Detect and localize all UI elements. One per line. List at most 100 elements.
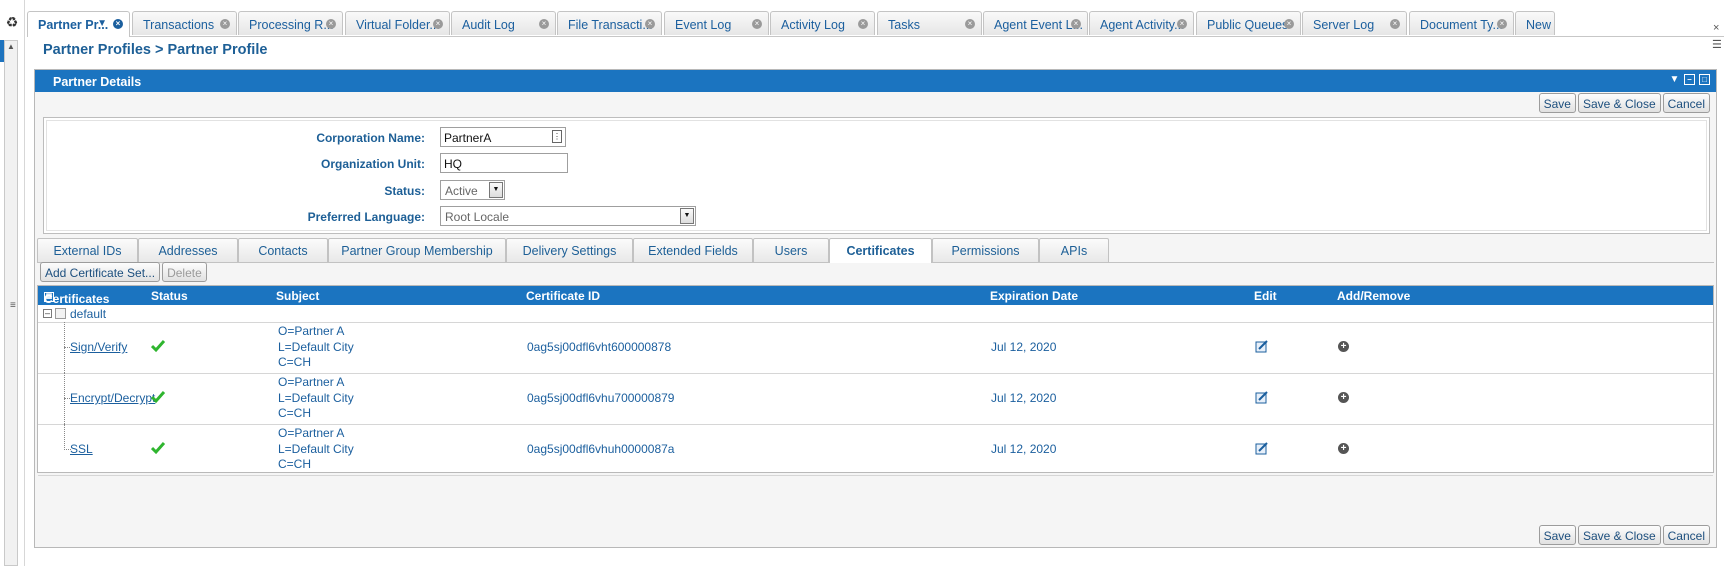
collapse-icon[interactable]: ▼ (1669, 74, 1680, 85)
lookup-icon[interactable]: ⋮ (552, 130, 562, 143)
tab-file-transactions[interactable]: File Transacti... × (557, 11, 662, 35)
column-certificate-id[interactable]: Certificate ID (526, 289, 600, 303)
tab-public-queues[interactable]: Public Queues × (1196, 11, 1301, 35)
tab-contacts[interactable]: Contacts (238, 238, 328, 262)
tab-label: Agent Event L... (994, 18, 1083, 32)
corporation-name-row: Corporation Name: PartnerA ⋮ (47, 127, 847, 149)
preferred-language-value: Root Locale (445, 210, 510, 224)
expiration-date: Jul 12, 2020 (991, 391, 1057, 405)
check-icon (151, 391, 165, 404)
organization-unit-input[interactable]: HQ (440, 153, 568, 173)
tab-addresses[interactable]: Addresses (138, 238, 238, 262)
status-row: Status: Active ▼ (47, 180, 847, 202)
close-all-tabs-icon[interactable]: × (1713, 22, 1719, 34)
column-subject[interactable]: Subject (276, 289, 319, 303)
subject-cell: O=Partner A L=Default City C=CH (278, 375, 354, 422)
tab-event-log[interactable]: Event Log × (664, 11, 769, 35)
tab-permissions[interactable]: Permissions (932, 238, 1039, 262)
collapse-toggle-icon[interactable]: – (43, 309, 52, 318)
close-icon[interactable]: × (752, 19, 762, 29)
column-status[interactable]: Status (151, 289, 188, 303)
certificate-name-link[interactable]: Sign/Verify (70, 340, 127, 354)
column-certificates-label: Certificates (44, 292, 110, 306)
certificate-name-link[interactable]: SSL (70, 442, 93, 456)
tab-external-ids[interactable]: External IDs (37, 238, 138, 262)
tab-apis[interactable]: APIs (1039, 238, 1109, 262)
add-icon[interactable]: + (1338, 392, 1349, 403)
close-icon[interactable]: × (539, 19, 549, 29)
close-icon[interactable]: × (1390, 19, 1400, 29)
cancel-button[interactable]: Cancel (1662, 525, 1710, 545)
minimize-icon[interactable]: – (1684, 74, 1695, 85)
certificate-name-link[interactable]: Encrypt/Decrypt (70, 391, 155, 405)
certificate-id: 0ag5sj00dfl6vhuh0000087a (527, 442, 675, 456)
scroll-up-icon[interactable]: ▲ (5, 41, 17, 53)
check-icon (151, 340, 165, 353)
add-certificate-set-button[interactable]: Add Certificate Set... (40, 262, 161, 282)
edit-icon[interactable] (1255, 339, 1269, 353)
edit-icon[interactable] (1255, 441, 1269, 455)
corporation-name-input[interactable]: PartnerA ⋮ (440, 127, 566, 147)
tab-virtual-folders[interactable]: Virtual Folder... × (345, 11, 450, 35)
tab-activity-log[interactable]: Activity Log × (770, 11, 875, 35)
close-icon[interactable]: × (1497, 19, 1507, 29)
column-add-remove[interactable]: Add/Remove (1337, 289, 1410, 303)
save-close-button[interactable]: Save & Close (1577, 93, 1661, 113)
splitter-grip-icon[interactable]: ≡ (10, 300, 16, 311)
column-expiration-date[interactable]: Expiration Date (990, 289, 1078, 303)
bottom-button-row: Save Save & Close Cancel (1537, 525, 1710, 545)
tab-tasks[interactable]: Tasks × (877, 11, 982, 35)
close-icon[interactable]: × (113, 19, 123, 29)
preferred-language-label: Preferred Language: (307, 210, 425, 224)
close-icon[interactable]: × (326, 19, 336, 29)
tab-audit-log[interactable]: Audit Log × (451, 11, 556, 35)
tab-list-icon[interactable]: ☰ (1712, 38, 1722, 51)
group-checkbox[interactable] (55, 308, 66, 319)
subject-l: L=Default City (278, 441, 354, 456)
maximize-icon[interactable]: □ (1699, 74, 1710, 85)
partner-form: Corporation Name: PartnerA ⋮ Organizatio… (43, 117, 1710, 234)
tab-document-types[interactable]: Document Ty... × (1409, 11, 1514, 35)
column-edit[interactable]: Edit (1254, 289, 1277, 303)
tab-processing-rules[interactable]: Processing R... × (238, 11, 343, 35)
tab-agent-activity[interactable]: Agent Activity... × (1089, 11, 1194, 35)
tab-server-log[interactable]: Server Log × (1302, 11, 1407, 35)
delete-button[interactable]: Delete (162, 262, 207, 282)
add-icon[interactable]: + (1338, 443, 1349, 454)
add-icon[interactable]: + (1338, 341, 1349, 352)
tab-partner-profile[interactable]: Partner Pr... ▼ × (27, 11, 130, 37)
chevron-down-icon[interactable]: ▼ (680, 208, 694, 224)
close-icon[interactable]: × (220, 19, 230, 29)
tab-transactions[interactable]: Transactions × (132, 11, 237, 35)
tab-users[interactable]: Users (753, 238, 829, 262)
tab-delivery-settings[interactable]: Delivery Settings (506, 238, 633, 262)
tab-partner-group-membership[interactable]: Partner Group Membership (328, 238, 506, 262)
close-icon[interactable]: × (645, 19, 655, 29)
close-icon[interactable]: × (1284, 19, 1294, 29)
close-icon[interactable]: × (1177, 19, 1187, 29)
tab-menu-icon[interactable]: ▼ (97, 18, 107, 29)
panel-header: Partner Details ▼ – □ (35, 70, 1716, 92)
cancel-button[interactable]: Cancel (1662, 93, 1710, 113)
close-icon[interactable]: × (965, 19, 975, 29)
preferred-language-select[interactable]: Root Locale ▼ (440, 206, 696, 226)
app-logo-icon[interactable]: ♻ (4, 14, 20, 30)
close-icon[interactable]: × (433, 19, 443, 29)
chevron-down-icon[interactable]: ▼ (489, 182, 503, 198)
save-button[interactable]: Save (1538, 525, 1576, 545)
save-button[interactable]: Save (1538, 93, 1576, 113)
organization-unit-value: HQ (444, 157, 462, 171)
close-icon[interactable]: × (1071, 19, 1081, 29)
tab-agent-event-log[interactable]: Agent Event L... × (983, 11, 1088, 35)
subject-o: O=Partner A (278, 426, 345, 440)
save-close-button[interactable]: Save & Close (1577, 525, 1661, 545)
tab-new[interactable]: New (1515, 11, 1555, 35)
close-icon[interactable]: × (858, 19, 868, 29)
status-select[interactable]: Active ▼ (440, 180, 505, 200)
tab-label: Agent Activity... (1100, 18, 1185, 32)
tab-certificates[interactable]: Certificates (829, 238, 932, 263)
corporation-name-value: PartnerA (444, 131, 492, 145)
expiration-date: Jul 12, 2020 (991, 442, 1057, 456)
tab-extended-fields[interactable]: Extended Fields (633, 238, 753, 262)
edit-icon[interactable] (1255, 390, 1269, 404)
